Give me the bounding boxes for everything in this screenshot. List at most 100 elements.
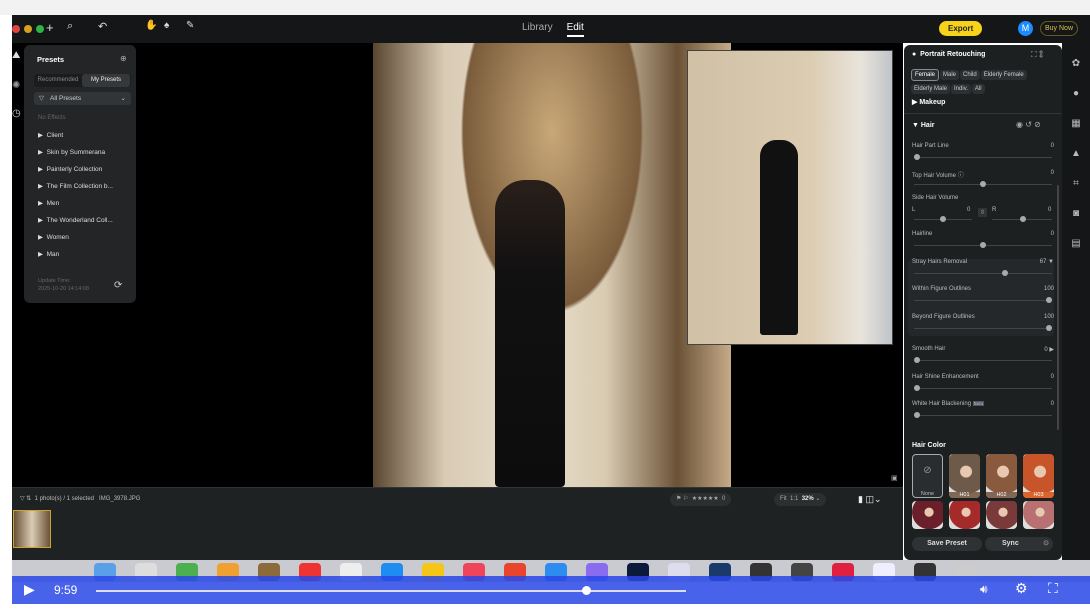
export-button[interactable]: Export [939,21,983,36]
slider-value[interactable]: 0 [1014,401,1054,407]
hair-section-actions[interactable]: ◉ ↺ ⊘ [1016,120,1041,129]
avatar[interactable]: M [1018,21,1033,36]
preset-folder[interactable]: ▶ The Film Collection b... [38,182,113,190]
slider-value[interactable]: 100 [1014,314,1054,320]
slider-track[interactable] [914,242,1052,248]
settings-icon[interactable]: ⚙ [1015,580,1028,597]
brush-icon[interactable]: ♠ [164,20,169,31]
fit-button[interactable]: Fit [780,496,787,502]
buy-now-button[interactable]: Buy Now [1040,21,1079,36]
slider-value[interactable]: 100 [1014,286,1054,292]
preset-folder[interactable]: ▶ Painterly Collection [38,165,102,173]
slider-knob[interactable] [914,385,920,391]
slider-track[interactable] [914,181,1052,187]
filmstrip-thumbnail[interactable] [13,510,51,548]
slider-value[interactable]: 0 [1014,231,1054,237]
slider-knob[interactable] [980,181,986,187]
chip-elderly-female[interactable]: Elderly Female [980,70,1027,80]
expand-icon[interactable]: ⛶ ⇕ [1031,50,1043,60]
side-hair-l-slider[interactable] [914,216,972,222]
slider-track[interactable] [914,154,1052,160]
chip-elderly-male[interactable]: Elderly Male [911,84,951,94]
side-hair-r-value[interactable]: 0 [1048,207,1051,213]
tab-my-presets[interactable]: My Presets [82,74,130,87]
rating-stars[interactable]: ⚑ ⚐ ★★★★★ 0 [670,493,732,506]
compare-icon[interactable]: ▣ [891,474,898,482]
slider-value[interactable]: 0 ▶ [1014,346,1054,353]
slider-value[interactable]: 0 [1014,374,1054,380]
hair-color-swatch[interactable] [949,501,980,529]
hair-color-swatch[interactable]: H01 [949,454,980,498]
chip-female[interactable]: Female [911,69,940,81]
undo-icon[interactable]: ↶ [98,20,107,33]
preset-folder[interactable]: ▶ Men [38,199,59,207]
side-hair-l-value[interactable]: 0 [967,207,970,213]
tab-library[interactable]: Library [522,22,553,33]
search-icon[interactable]: ⌕ [67,20,73,33]
zoom-level[interactable]: 32% [802,496,814,502]
fullscreen-icon[interactable]: ⛶ [1048,580,1058,597]
preset-folder[interactable]: ▶ Skin by Summerana [38,148,105,156]
slider-knob[interactable] [914,357,920,363]
hair-section[interactable]: ▼ Hair [912,122,935,129]
zoom-button[interactable] [36,25,44,33]
video-progress[interactable] [96,590,686,592]
slider-value[interactable]: 0 [1014,170,1054,176]
slider-value[interactable]: 67 ▼ [1014,259,1054,265]
save-preset-button[interactable]: Save Preset [912,537,982,551]
makeup-section[interactable]: ▶ Makeup [912,98,945,106]
side-hair-r-slider[interactable] [992,216,1052,222]
video-playhead[interactable] [581,586,591,595]
slider-track[interactable] [914,297,1052,303]
slider-label: Top Hair Volume ⓘ [912,173,964,179]
hair-color-swatch[interactable]: ⊘ None [912,454,943,498]
presets-panel-icon[interactable]: ⛰ [12,50,20,61]
view-mode-icon[interactable]: ▮ ◫⌄ [858,494,882,505]
hair-color-swatch[interactable]: H03 [1023,454,1054,498]
slider-track[interactable] [914,357,1052,363]
hand-tool-icon[interactable]: ✋ [145,20,157,31]
volume-icon[interactable]: 🔊︎ [980,582,988,597]
no-effects[interactable]: No Effects [38,115,66,121]
minimize-button[interactable] [24,25,32,33]
sync-button[interactable]: Sync ⊙ [985,537,1053,551]
hair-color-swatch[interactable] [986,501,1017,529]
slider-knob[interactable] [1046,297,1052,303]
one-to-one-button[interactable]: 1:1 [790,496,798,502]
preset-filter-select[interactable]: ▽ All Presets ⌄ [34,92,131,105]
hair-color-swatch[interactable] [1023,501,1054,529]
chip-male[interactable]: Male [940,70,960,80]
play-icon[interactable]: ▶ [24,581,35,598]
slider-track[interactable] [914,270,1052,276]
slider-knob[interactable] [980,242,986,248]
refresh-icon[interactable]: ⟳ [114,280,122,291]
add-preset-icon[interactable]: ⊕ [120,54,127,63]
hair-color-swatch[interactable]: H02 [986,454,1017,498]
history-icon[interactable]: ◷ [12,108,21,119]
slider-knob[interactable] [914,154,920,160]
preset-folder[interactable]: ▶ Women [38,233,69,241]
preset-folder[interactable]: ▶ Man [38,250,59,258]
chip-indiv-[interactable]: Indiv. [951,84,971,94]
close-button[interactable] [12,25,20,33]
adjust-panel-icon[interactable]: ✺ [12,80,20,91]
link-icon[interactable]: ⇳ [978,208,988,217]
slider-value[interactable]: 0 [1014,143,1054,149]
slider-knob[interactable] [914,412,920,418]
chip-child[interactable]: Child [960,70,980,80]
hair-color-swatch[interactable] [912,501,943,529]
preset-folder[interactable]: ▶ Client [38,131,63,139]
slider-knob[interactable] [1046,325,1052,331]
caret-right-icon: ▶ [38,200,43,207]
slider-track[interactable] [914,412,1052,418]
scrollbar[interactable] [1057,185,1059,430]
bandage-icon[interactable]: ✎ [186,20,194,31]
preset-folder[interactable]: ▶ The Wonderland Coll... [38,216,113,224]
slider-track[interactable] [914,325,1052,331]
add-icon[interactable]: + [46,20,54,35]
tab-edit[interactable]: Edit [566,22,584,37]
tool-icons[interactable]: ✿ ● ▦ ▲ ⌗ ◙ ▤ [1062,43,1090,259]
tab-recommended[interactable]: Recommended [34,74,82,87]
chip-all[interactable]: All [971,84,985,94]
slider-track[interactable] [914,385,1052,391]
